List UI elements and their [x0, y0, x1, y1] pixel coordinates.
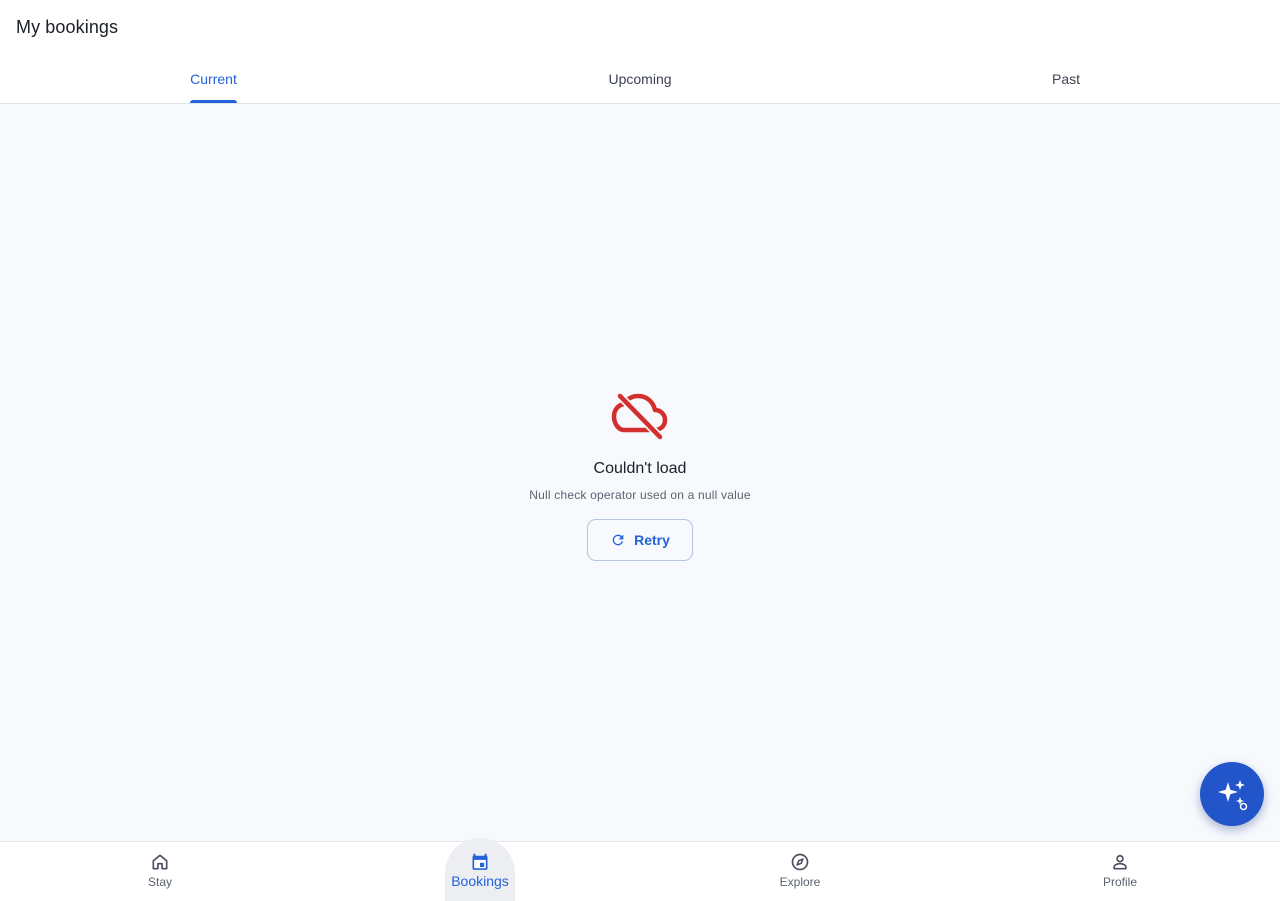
tab-past[interactable]: Past	[1026, 58, 1106, 103]
nav-label-explore: Explore	[779, 875, 821, 889]
retry-button[interactable]: Retry	[587, 519, 693, 561]
tab-past-label: Past	[1051, 71, 1080, 87]
tab-upcoming-label: Upcoming	[608, 71, 672, 87]
error-title: Couldn't load	[593, 460, 687, 477]
app-header: My bookings Current Upcoming Past	[0, 0, 1280, 104]
active-tab-indicator	[190, 100, 237, 103]
tab-current[interactable]: Current	[190, 58, 237, 103]
page-title: My bookings	[16, 17, 119, 37]
tab-upcoming[interactable]: Upcoming	[590, 58, 690, 103]
nav-item-profile[interactable]: Profile	[960, 842, 1280, 901]
error-message: Null check operator used on a null value	[529, 488, 751, 502]
nav-label-profile: Profile	[1102, 875, 1137, 889]
nav-item-bookings[interactable]: Bookings	[320, 838, 640, 901]
tab-current-label: Current	[190, 71, 237, 87]
error-state: Couldn't load Null check operator used o…	[440, 390, 840, 561]
refresh-icon	[612, 534, 624, 546]
sparkle-icon	[1218, 780, 1248, 811]
calendar-icon	[472, 853, 488, 870]
person-icon	[1113, 854, 1127, 870]
nav-item-explore[interactable]: Explore	[640, 842, 960, 901]
home-icon	[152, 854, 168, 870]
nav-label-stay: Stay	[147, 875, 172, 889]
nav-item-stay[interactable]: Stay	[0, 842, 320, 901]
nav-label-bookings: Bookings	[451, 873, 509, 889]
bottom-navigation: Stay Bookings Explore Profile	[0, 838, 1280, 901]
ai-assistant-fab[interactable]	[1200, 762, 1264, 826]
compass-icon	[791, 853, 809, 871]
cloud-off-icon	[611, 392, 668, 441]
retry-label: Retry	[634, 532, 670, 548]
